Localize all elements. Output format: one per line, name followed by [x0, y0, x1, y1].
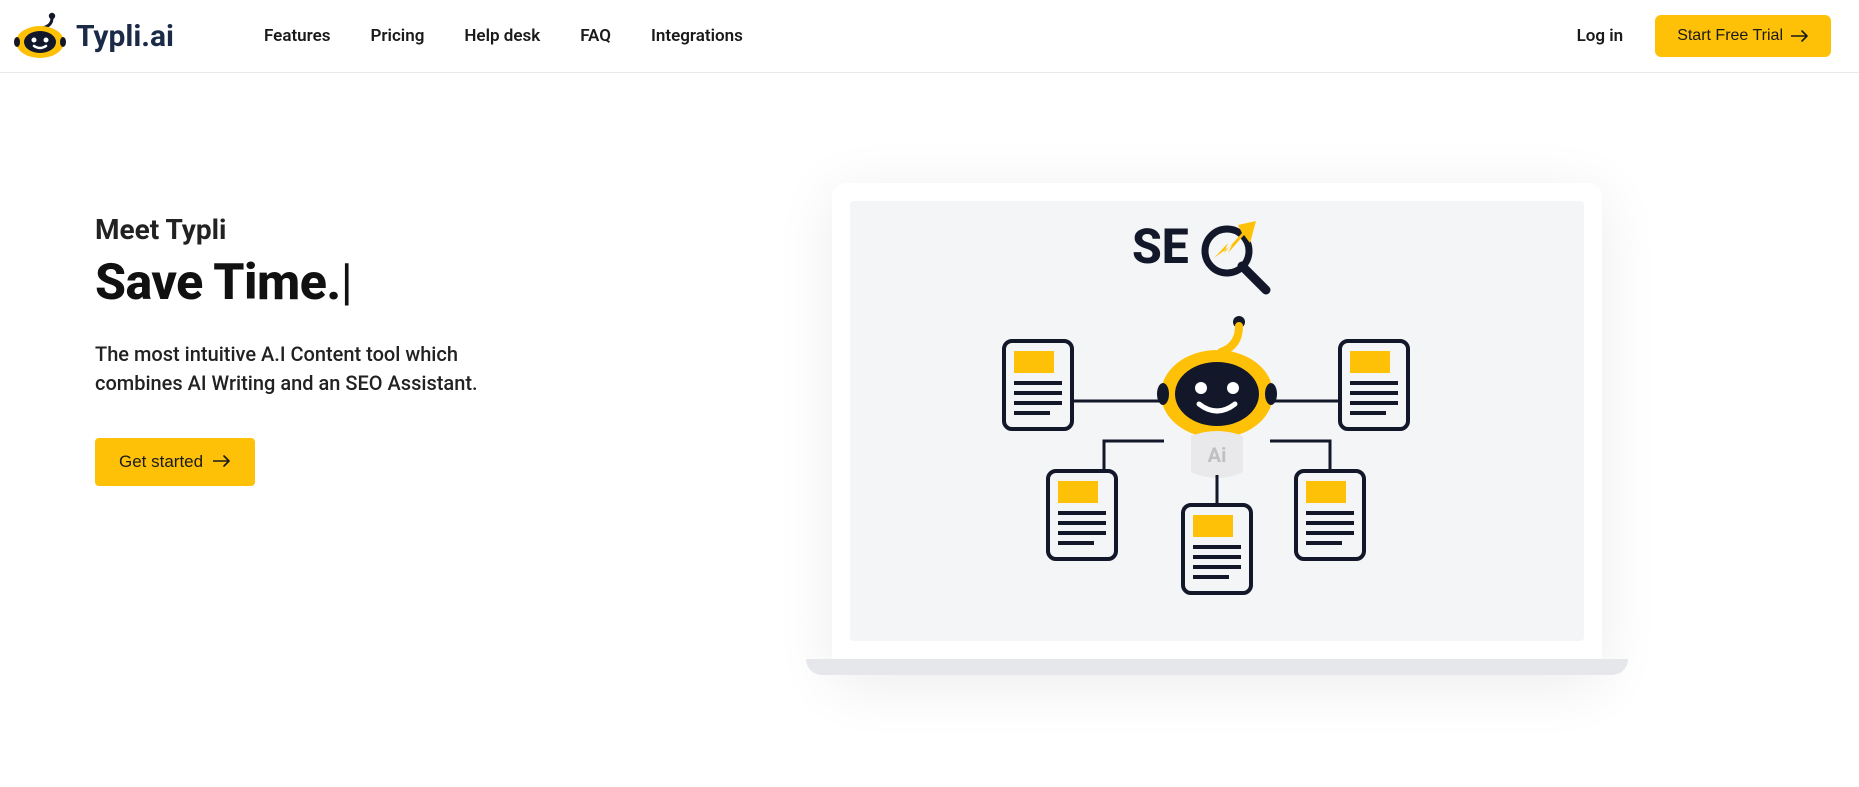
site-header: Typli.ai Features Pricing Help desk FAQ …: [0, 0, 1859, 73]
nav-features[interactable]: Features: [264, 26, 331, 46]
header-actions: Log in Start Free Trial: [1577, 15, 1831, 57]
hero-copy: Meet Typli Save Time.| The most intuitiv…: [95, 183, 605, 675]
login-link[interactable]: Log in: [1577, 26, 1624, 46]
hero-subhead: The most intuitive A.I Content tool whic…: [95, 340, 535, 398]
document-icon: [1181, 503, 1253, 599]
document-icon: [1002, 339, 1074, 435]
laptop-base-icon: [806, 659, 1628, 675]
arrow-right-icon: [213, 452, 231, 472]
hero-eyebrow: Meet Typli: [95, 213, 605, 246]
get-started-label: Get started: [119, 452, 203, 472]
robot-logo-icon: [12, 12, 68, 60]
document-icon: [1046, 469, 1118, 565]
arrow-right-icon: [1791, 30, 1809, 42]
typing-cursor-icon: |: [341, 254, 353, 312]
nav-pricing[interactable]: Pricing: [371, 26, 425, 46]
nav-integrations[interactable]: Integrations: [651, 26, 743, 46]
start-trial-label: Start Free Trial: [1677, 27, 1783, 45]
hero-illustration: SE: [645, 183, 1789, 675]
laptop-screen: SE: [850, 201, 1584, 641]
headline-text: Save Time.: [95, 254, 341, 312]
start-trial-button[interactable]: Start Free Trial: [1655, 15, 1831, 57]
nav-faq[interactable]: FAQ: [580, 26, 611, 46]
laptop-mockup-icon: SE: [832, 183, 1602, 675]
primary-nav: Features Pricing Help desk FAQ Integrati…: [264, 26, 743, 46]
hero-headline: Save Time.|: [95, 254, 605, 312]
document-icon: [1338, 339, 1410, 435]
nav-help-desk[interactable]: Help desk: [464, 26, 540, 46]
get-started-button[interactable]: Get started: [95, 438, 255, 486]
document-icon: [1294, 469, 1366, 565]
hero-section: Meet Typli Save Time.| The most intuitiv…: [0, 73, 1859, 715]
logo[interactable]: Typli.ai: [12, 12, 174, 60]
logo-text: Typli.ai: [76, 19, 174, 54]
